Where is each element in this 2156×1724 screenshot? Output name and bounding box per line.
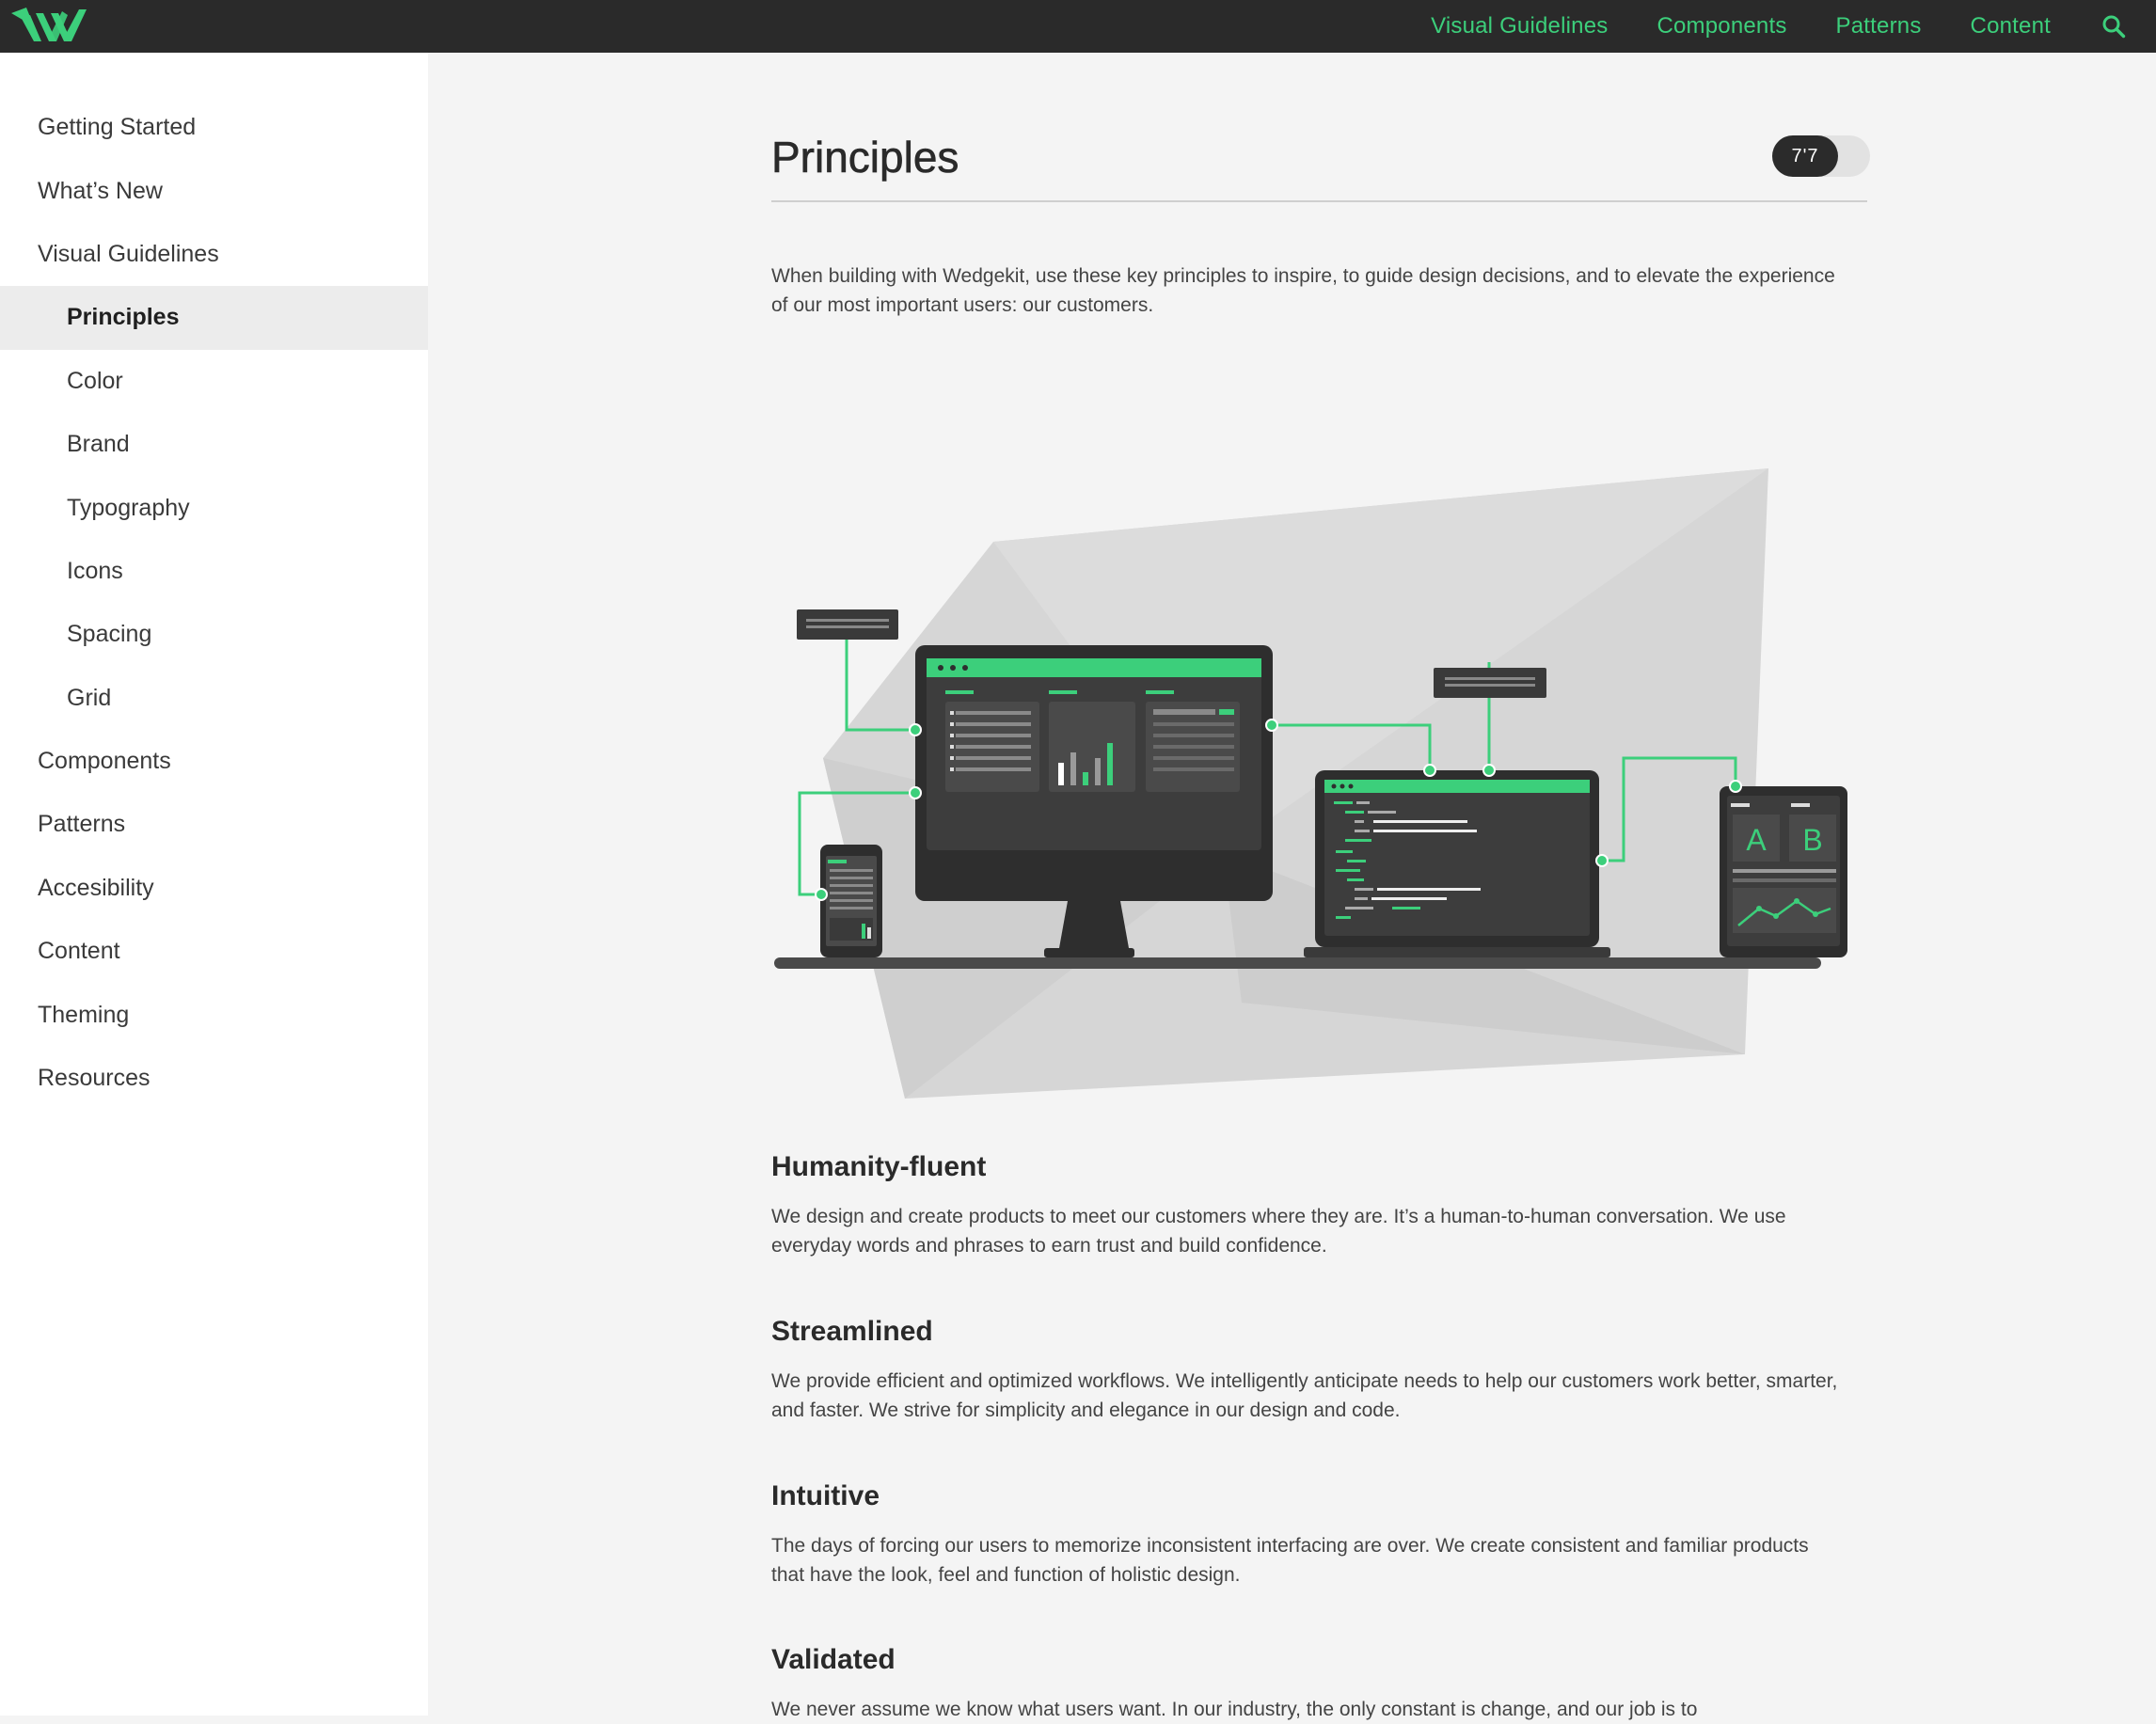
top-nav: Visual Guidelines Components Patterns Co… — [1431, 0, 2156, 53]
devices-illustration: A B — [774, 468, 1847, 1099]
nav-patterns[interactable]: Patterns — [1836, 13, 1922, 40]
principle-body-validated: We never assume we know what users want.… — [771, 1699, 1698, 1720]
sidebar-item-whats-new[interactable]: What’s New — [0, 159, 428, 222]
sidebar-item-patterns[interactable]: Patterns — [0, 793, 428, 856]
toggle-knob: 7'7 — [1772, 135, 1838, 177]
sidebar-item-spacing[interactable]: Spacing — [0, 603, 428, 666]
sidebar-item-visual-guidelines[interactable]: Visual Guidelines — [0, 223, 428, 286]
tablet: A B — [1720, 786, 1847, 957]
wedgekit-logo-icon[interactable] — [8, 4, 88, 45]
sidebar-item-content[interactable]: Content — [0, 920, 428, 983]
sidebar-item-accesibility[interactable]: Accesibility — [0, 857, 428, 920]
nav-visual-guidelines[interactable]: Visual Guidelines — [1431, 13, 1608, 40]
principle-title-intuitive: Intuitive — [771, 1480, 880, 1511]
search-icon[interactable] — [2100, 12, 2128, 40]
tablet-label-b: B — [1802, 823, 1822, 857]
principle-body-humanity-fluent: We design and create products to meet ou… — [771, 1206, 1786, 1257]
principle-body-streamlined: We provide efficient and optimized workf… — [771, 1370, 1838, 1421]
principle-title-streamlined: Streamlined — [771, 1316, 933, 1347]
sidebar-item-icons[interactable]: Icons — [0, 540, 428, 603]
sidebar-item-color[interactable]: Color — [0, 350, 428, 413]
tooltip-left — [797, 609, 898, 640]
principle-body-intuitive: The days of forcing our users to memoriz… — [771, 1535, 1809, 1586]
sidebar-item-typography[interactable]: Typography — [0, 476, 428, 539]
principle-title-humanity-fluent: Humanity-fluent — [771, 1151, 987, 1182]
sidebar-item-components[interactable]: Components — [0, 730, 428, 793]
sidebar-menu: Getting Started What’s New Visual Guidel… — [0, 53, 428, 1110]
nav-components[interactable]: Components — [1657, 13, 1786, 40]
tablet-label-a: A — [1746, 823, 1767, 857]
sidebar-item-resources[interactable]: Resources — [0, 1047, 428, 1110]
phone — [820, 845, 882, 957]
principle-title-validated: Validated — [771, 1644, 896, 1675]
sidebar-item-grid[interactable]: Grid — [0, 667, 428, 730]
laptop — [1304, 770, 1610, 957]
page-title: Principles — [771, 133, 959, 182]
intro-text: When building with Wedgekit, use these k… — [771, 265, 1835, 316]
sidebar-item-principles[interactable]: Principles — [0, 286, 428, 350]
sidebar-item-theming[interactable]: Theming — [0, 983, 428, 1046]
sidebar: Getting Started What’s New Visual Guidel… — [0, 53, 428, 1716]
top-navigation-bar: Visual Guidelines Components Patterns Co… — [0, 0, 2156, 53]
sidebar-item-brand[interactable]: Brand — [0, 413, 428, 476]
nav-content[interactable]: Content — [1971, 13, 2051, 40]
sidebar-item-getting-started[interactable]: Getting Started — [0, 96, 428, 159]
theme-toggle[interactable]: 7'7 — [1772, 135, 1870, 177]
shelf — [774, 957, 1821, 969]
tooltip-right — [1434, 668, 1546, 698]
title-divider — [771, 200, 1867, 202]
